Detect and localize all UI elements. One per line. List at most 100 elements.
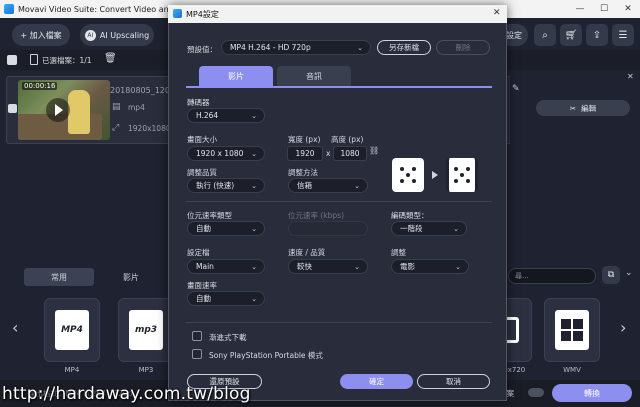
- trash-icon[interactable]: 🗑︎: [104, 53, 117, 64]
- selected-files-label: 已選檔案：1/1: [42, 56, 92, 65]
- save-as-new-button[interactable]: 另存新檔: [377, 40, 431, 55]
- preset-card-mp3[interactable]: mp3: [118, 298, 174, 362]
- frame-size-dropdown[interactable]: 1920 x 1080 ⌄: [187, 146, 265, 161]
- psp-mode-label: Sony PlayStation Portable 模式: [209, 351, 323, 360]
- section-divider: [186, 322, 492, 323]
- close-icon[interactable]: ✕: [616, 0, 640, 18]
- preset-card-wmv[interactable]: [544, 298, 600, 362]
- delete-button[interactable]: 刪除: [436, 40, 490, 55]
- tab-video[interactable]: 影片: [96, 268, 166, 286]
- codec-value: H.264: [196, 111, 219, 120]
- edit-button[interactable]: ✂ 編輯: [536, 100, 630, 116]
- tune-dropdown[interactable]: 電影 ⌄: [391, 259, 469, 274]
- panel-close-icon[interactable]: ✕: [627, 72, 634, 81]
- ai-upscaling-button[interactable]: AI AI Upscaling: [80, 24, 154, 46]
- chevron-down-icon: ⌄: [251, 263, 257, 271]
- chevron-down-icon: ⌄: [251, 225, 257, 233]
- windows-pane: [573, 319, 583, 329]
- add-media-label: + 加入檔案: [20, 30, 62, 40]
- section-divider: [186, 201, 492, 202]
- collapse-icon[interactable]: ⌄: [625, 268, 633, 278]
- quality-dropdown[interactable]: 執行 (快速) ⌄: [187, 178, 265, 193]
- tab-favorites[interactable]: 常用: [24, 268, 94, 286]
- framerate-dropdown[interactable]: 自動 ⌄: [187, 291, 265, 306]
- width-input[interactable]: 1920: [287, 146, 323, 161]
- chevron-down-icon: ⌄: [455, 263, 461, 271]
- framerate-value: 自動: [196, 294, 211, 303]
- preset-dropdown[interactable]: MP4 H.264 - HD 720p ⌄: [221, 40, 371, 55]
- windows-pane: [573, 331, 583, 341]
- watermark-text: http://hardaway.com.tw/blog: [2, 384, 251, 404]
- file-resolution: 1920x1080: [128, 124, 171, 133]
- search-button[interactable]: ⌕: [534, 24, 556, 46]
- cancel-button[interactable]: 取消: [417, 374, 490, 389]
- link-aspect-icon[interactable]: ⛓: [369, 146, 379, 155]
- preset-search-input[interactable]: 尋...: [508, 268, 596, 284]
- chevron-down-icon: ⌄: [453, 225, 459, 233]
- cart-icon: 🛒︎: [564, 29, 578, 41]
- maximize-icon[interactable]: ☐: [592, 0, 616, 18]
- frame-size-value: 1920 x 1080: [196, 149, 244, 158]
- chevron-down-icon: ⌄: [251, 295, 257, 303]
- dice-icon: [399, 166, 417, 184]
- framerate-label: 畫面速率: [187, 281, 217, 290]
- convert-button[interactable]: 轉換: [552, 384, 632, 402]
- tab-favorites-label: 常用: [51, 272, 67, 282]
- resize-method-dropdown[interactable]: 信箱 ⌄: [288, 178, 368, 193]
- ai-upscaling-label: AI Upscaling: [99, 30, 150, 40]
- bitrate-input[interactable]: [288, 221, 368, 236]
- encode-type-label: 編碼類型：: [391, 211, 429, 220]
- add-media-button[interactable]: + 加入檔案: [12, 24, 70, 46]
- profile-dropdown[interactable]: Main ⌄: [187, 259, 265, 274]
- right-panel: ✕ ✎ ✂ 編輯: [510, 70, 640, 265]
- preset-label: 預設值：: [187, 45, 217, 54]
- cart-button[interactable]: 🛒︎: [560, 24, 582, 46]
- speed-quality-dropdown[interactable]: 較快 ⌄: [288, 259, 368, 274]
- scroll-left-icon[interactable]: ‹: [12, 318, 18, 337]
- menu-icon: ☰: [618, 29, 628, 41]
- delete-label: 刪除: [455, 43, 471, 52]
- height-input[interactable]: 1080: [333, 146, 367, 161]
- codec-dropdown[interactable]: H.264 ⌄: [187, 108, 265, 123]
- share-button[interactable]: ⇪: [586, 24, 608, 46]
- ok-button[interactable]: 確定: [340, 374, 413, 389]
- preset-card-mp4[interactable]: MP4: [44, 298, 100, 362]
- encode-type-dropdown[interactable]: 一階段 ⌄: [391, 221, 467, 236]
- ai-icon: AI: [84, 29, 96, 41]
- cancel-label: 取消: [446, 377, 461, 386]
- select-all-checkbox[interactable]: [7, 55, 17, 65]
- scroll-right-icon[interactable]: ›: [620, 318, 626, 337]
- import-icon: ⧉: [607, 270, 615, 280]
- width-value: 1920: [295, 149, 315, 158]
- tab-video-settings[interactable]: 影片: [199, 66, 273, 86]
- chevron-down-icon: ⌄: [251, 150, 257, 158]
- import-preset-button[interactable]: ⧉: [602, 266, 620, 284]
- profile-label: 設定檔: [187, 248, 210, 257]
- bitrate-type-dropdown[interactable]: 自動 ⌄: [187, 221, 265, 236]
- psp-mode-checkbox[interactable]: [192, 349, 202, 359]
- tab-audio-settings-label: 音訊: [306, 71, 322, 81]
- play-button[interactable]: [46, 98, 70, 122]
- dialog-close-icon[interactable]: ✕: [493, 8, 501, 18]
- pencil-icon[interactable]: ✎: [512, 84, 520, 94]
- chevron-down-icon: ⌄: [251, 112, 257, 120]
- menu-button[interactable]: ☰: [612, 24, 634, 46]
- file-checkbox[interactable]: [8, 104, 17, 113]
- preset-search-placeholder: 尋...: [515, 272, 529, 280]
- chevron-down-icon: ⌄: [354, 263, 360, 271]
- tab-audio-settings[interactable]: 音訊: [277, 66, 351, 86]
- progressive-download-checkbox[interactable]: [192, 331, 202, 341]
- merge-toggle[interactable]: [528, 388, 544, 397]
- file-format: mp4: [128, 103, 145, 112]
- save-as-new-label: 另存新檔: [389, 43, 419, 52]
- arrow-right-icon: [432, 171, 438, 179]
- height-value: 1080: [340, 149, 360, 158]
- preset-value: MP4 H.264 - HD 720p: [230, 43, 311, 52]
- tab-underline: [186, 86, 492, 88]
- minimize-icon[interactable]: —: [568, 0, 592, 18]
- wmv-icon: [555, 310, 589, 350]
- profile-value: Main: [196, 262, 214, 271]
- dimension-separator: x: [326, 149, 331, 158]
- resize-method-label: 調整方法: [288, 168, 318, 177]
- dialog-title: MP4設定: [186, 10, 219, 19]
